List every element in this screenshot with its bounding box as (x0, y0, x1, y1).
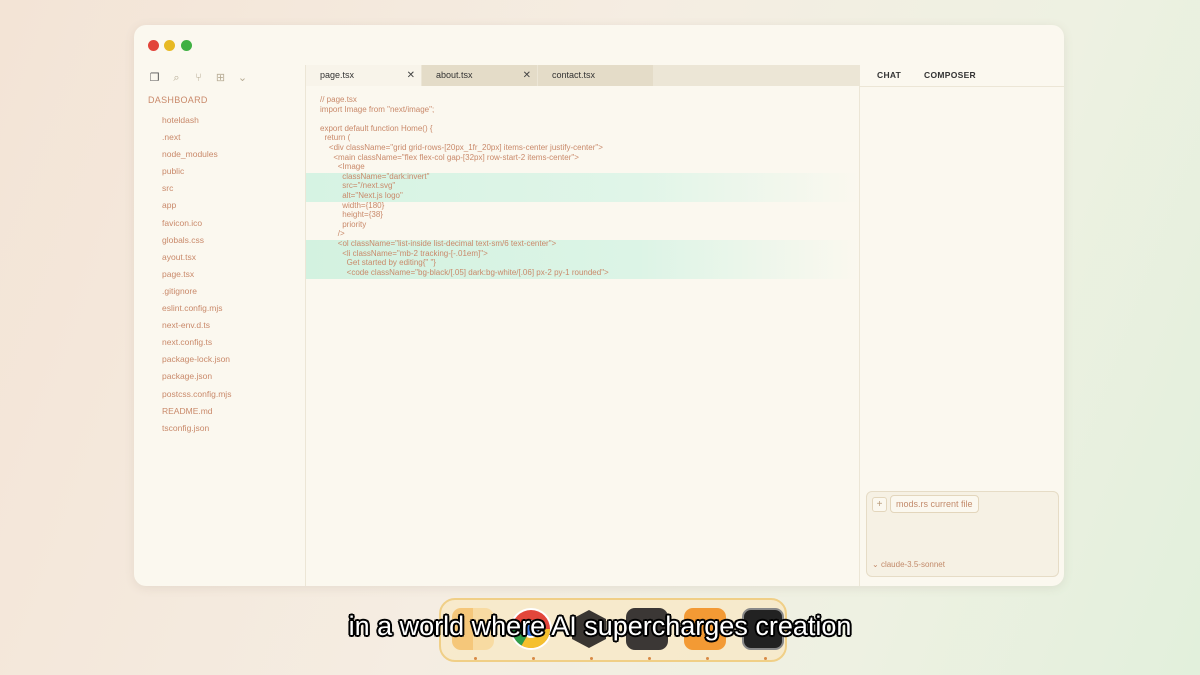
code-line: <div className="grid grid-rows-[20px_1fr… (320, 142, 603, 152)
tab-contact-tsx[interactable]: contact.tsx (538, 65, 653, 86)
code-line: <ol className="list-inside list-decimal … (320, 238, 557, 248)
file-tree-item[interactable]: tsconfig.json (162, 420, 231, 437)
code-line: export default function Home() { (320, 123, 433, 133)
running-indicator (474, 657, 477, 660)
file-tree-item[interactable]: .gitignore (162, 283, 231, 300)
file-tree-item[interactable]: postcss.config.mjs (162, 386, 231, 403)
file-tree: hoteldash .next node_modules public src app fa… (162, 112, 231, 437)
running-indicator (532, 657, 535, 660)
tab-composer[interactable]: COMPOSER (924, 65, 976, 86)
file-tree-item[interactable]: public (162, 163, 231, 180)
file-tree-item[interactable]: app (162, 197, 231, 214)
ai-panel-tabs: CHAT COMPOSER (860, 65, 1064, 87)
file-tree-item[interactable]: node_modules (162, 146, 231, 163)
file-tree-item[interactable]: ayout.tsx (162, 249, 231, 266)
editor-tabs: page.tsx ✕ about.tsx ✕ contact.tsx (306, 65, 859, 86)
file-tree-item[interactable]: src (162, 180, 231, 197)
file-tree-item[interactable]: globals.css (162, 232, 231, 249)
file-tree-item[interactable]: eslint.config.mjs (162, 300, 231, 317)
editor-window: ❐ ⌕ ⑂ ⊞ ⌄ DASHBOARD hoteldash .next node_m… (134, 25, 1064, 586)
file-tree-item[interactable]: .next (162, 129, 231, 146)
tab-label: page.tsx (320, 70, 355, 80)
project-root[interactable]: DASHBOARD (148, 95, 208, 105)
code-line: src="/next.svg" (320, 181, 396, 191)
file-explorer-sidebar: ❐ ⌕ ⑂ ⊞ ⌄ DASHBOARD hoteldash .next node_m… (134, 65, 306, 586)
code-line: /> (320, 229, 345, 239)
code-line: Get started by editing{" "} (320, 258, 436, 268)
file-tree-item[interactable]: README.md (162, 403, 231, 420)
title-bar (134, 25, 1064, 65)
tab-chat[interactable]: CHAT (877, 65, 901, 86)
code-line: <code className="bg-black/[.05] dark:bg-… (320, 267, 609, 277)
file-tree-item[interactable]: package.json (162, 368, 231, 385)
tab-about-tsx[interactable]: about.tsx ✕ (422, 65, 537, 86)
files-icon[interactable]: ❐ (148, 71, 161, 85)
code-line: return ( (320, 133, 351, 143)
code-editor[interactable]: // page.tsx import Image from "next/image… (306, 86, 859, 586)
sidebar-toolbar: ❐ ⌕ ⑂ ⊞ ⌄ (148, 71, 249, 85)
code-line: <main className="flex flex-col gap-[32px… (320, 152, 579, 162)
context-chip[interactable]: mods.rs current file (890, 495, 979, 513)
maximize-window-button[interactable] (181, 40, 192, 51)
close-tab-icon[interactable]: ✕ (407, 65, 415, 86)
minimize-window-button[interactable] (164, 40, 175, 51)
code-line: width={180} (320, 200, 385, 210)
code-lines: // page.tsx import Image from "next/image… (320, 95, 609, 277)
source-control-icon[interactable]: ⑂ (192, 71, 205, 85)
chevron-down-icon[interactable]: ⌄ (236, 71, 249, 85)
code-line: // page.tsx (320, 95, 357, 104)
running-indicator (590, 657, 593, 660)
extensions-icon[interactable]: ⊞ (214, 71, 227, 85)
chevron-down-icon: ⌄ (872, 560, 879, 569)
running-indicator (706, 657, 709, 660)
file-tree-item[interactable]: next-env.d.ts (162, 317, 231, 334)
subtitle-caption: in a world where AI supercharges creatio… (348, 611, 852, 641)
composer-input[interactable]: + mods.rs current file ⌄ claude-3.5-sonn… (866, 491, 1059, 577)
code-line: <li className="mb-2 tracking-[-.01em]"> (320, 248, 488, 258)
model-name: claude-3.5-sonnet (880, 560, 945, 569)
file-tree-item[interactable]: favicon.ico (162, 215, 231, 232)
tab-label: contact.tsx (552, 70, 596, 80)
close-window-button[interactable] (148, 40, 159, 51)
tab-label: about.tsx (436, 70, 473, 80)
code-line: <Image (320, 162, 365, 172)
code-line: height={38} (320, 210, 383, 220)
code-line: import Image from "next/image"; (320, 104, 435, 114)
running-indicator (764, 657, 767, 660)
code-line: alt="Next.js logo" (320, 190, 403, 200)
search-icon[interactable]: ⌕ (170, 71, 183, 85)
running-indicator (648, 657, 651, 660)
tab-page-tsx[interactable]: page.tsx ✕ (306, 65, 421, 86)
file-tree-item[interactable]: hoteldash (162, 112, 231, 129)
file-tree-item[interactable]: page.tsx (162, 266, 231, 283)
add-context-button[interactable]: + (872, 497, 887, 512)
code-line: priority (320, 219, 367, 229)
ai-panel: CHAT COMPOSER + mods.rs current file ⌄ c… (859, 65, 1064, 586)
close-tab-icon[interactable]: ✕ (523, 65, 531, 86)
code-line: className="dark:invert" (320, 171, 430, 181)
file-tree-item[interactable]: package-lock.json (162, 351, 231, 368)
file-tree-item[interactable]: next.config.ts (162, 334, 231, 351)
model-selector[interactable]: ⌄ claude-3.5-sonnet (872, 560, 945, 569)
